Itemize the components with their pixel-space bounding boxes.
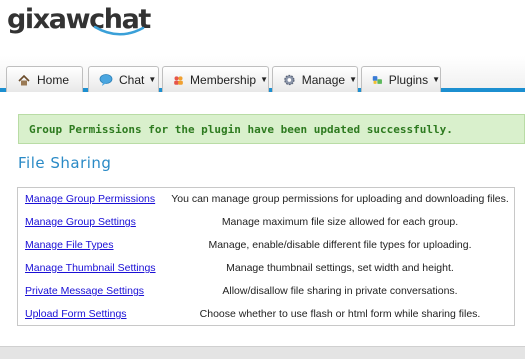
tab-plugins[interactable]: Plugins ▼ xyxy=(361,66,441,92)
page-title: File Sharing xyxy=(18,154,112,172)
footer-bar xyxy=(0,346,525,359)
success-message: Group Permissions for the plugin have be… xyxy=(29,122,453,136)
settings-table: Manage Group Permissions You can manage … xyxy=(17,187,515,326)
tab-chat-label: Chat xyxy=(119,72,145,87)
setting-description: Manage thumbnail settings, set width and… xyxy=(226,262,454,274)
home-icon xyxy=(18,74,30,85)
tab-membership-label: Membership xyxy=(190,72,257,87)
gear-icon xyxy=(284,74,295,85)
manage-file-types-link[interactable]: Manage File Types xyxy=(25,239,114,251)
logo-swoosh-icon xyxy=(93,25,145,36)
plugin-icon xyxy=(372,75,382,84)
tab-manage[interactable]: Manage ▼ xyxy=(272,66,358,92)
tab-membership[interactable]: Membership ▼ xyxy=(162,66,269,92)
manage-group-permissions-link[interactable]: Manage Group Permissions xyxy=(25,193,155,205)
settings-row: Manage Thumbnail Settings Manage thumbna… xyxy=(18,257,516,279)
private-message-settings-link[interactable]: Private Message Settings xyxy=(25,285,144,297)
setting-description: You can manage group permissions for upl… xyxy=(171,193,509,205)
settings-row: Manage Group Permissions You can manage … xyxy=(18,188,516,210)
settings-row: Private Message Settings Allow/disallow … xyxy=(18,280,516,302)
chat-bubble-icon xyxy=(99,73,113,86)
tab-chat[interactable]: Chat ▼ xyxy=(88,66,159,92)
tab-home[interactable]: Home xyxy=(6,66,83,92)
app-logo[interactable]: gixawchat xyxy=(7,4,187,40)
chevron-down-icon: ▼ xyxy=(432,75,440,84)
chevron-down-icon: ▼ xyxy=(349,75,357,84)
tab-home-label: Home xyxy=(37,72,70,87)
tab-manage-label: Manage xyxy=(301,72,346,87)
main-content: Group Permissions for the plugin have be… xyxy=(0,92,525,359)
settings-row: Manage Group Settings Manage maximum fil… xyxy=(18,211,516,233)
manage-thumbnail-settings-link[interactable]: Manage Thumbnail Settings xyxy=(25,262,156,274)
main-nav: Home Chat ▼ Membership ▼ Manage ▼ Plugin… xyxy=(0,56,525,92)
setting-description: Choose whether to use flash or html form… xyxy=(199,308,481,320)
setting-description: Manage, enable/disable different file ty… xyxy=(208,239,472,251)
setting-description: Allow/disallow file sharing in private c… xyxy=(222,285,458,297)
chevron-down-icon: ▼ xyxy=(148,75,157,84)
success-alert: Group Permissions for the plugin have be… xyxy=(18,114,525,144)
settings-row: Manage File Types Manage, enable/disable… xyxy=(18,234,516,256)
manage-group-settings-link[interactable]: Manage Group Settings xyxy=(25,216,136,228)
upload-form-settings-link[interactable]: Upload Form Settings xyxy=(25,308,127,320)
chevron-down-icon: ▼ xyxy=(260,75,268,84)
settings-row: Upload Form Settings Choose whether to u… xyxy=(18,303,516,325)
tab-plugins-label: Plugins xyxy=(388,72,429,87)
users-icon xyxy=(174,75,183,85)
setting-description: Manage maximum file size allowed for eac… xyxy=(221,216,459,228)
